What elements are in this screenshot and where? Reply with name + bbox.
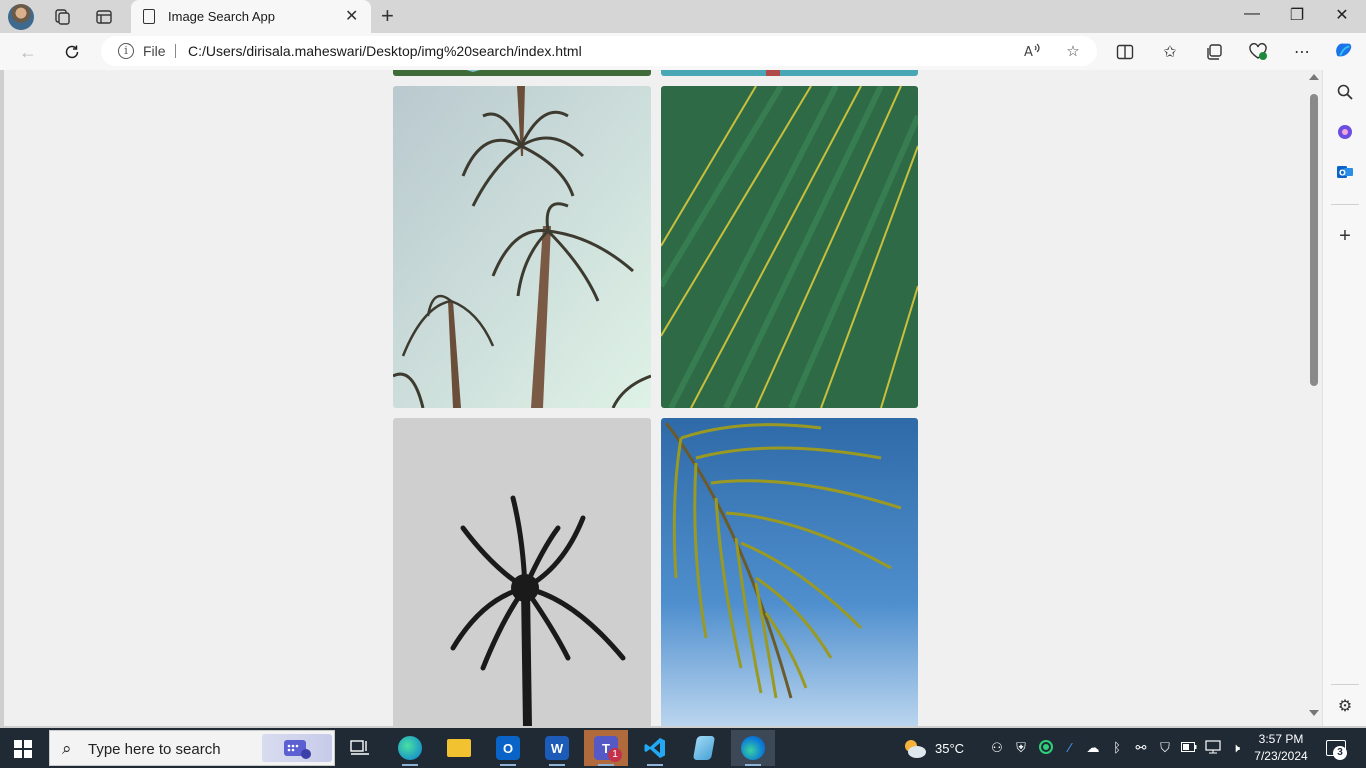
tab-image-search-app[interactable]: Image Search App ✕ bbox=[131, 0, 371, 33]
split-screen-icon[interactable] bbox=[1115, 42, 1135, 62]
copilot-icon[interactable] bbox=[1333, 40, 1353, 60]
taskbar-vscode[interactable] bbox=[633, 730, 677, 766]
outlook-icon[interactable]: O bbox=[1334, 161, 1356, 183]
browser-essentials-icon[interactable] bbox=[1248, 42, 1268, 62]
scheme-label: File bbox=[143, 43, 166, 59]
search-placeholder: Type here to search bbox=[88, 741, 221, 758]
gallery-image-partial[interactable] bbox=[393, 70, 651, 76]
teams-badge: 1 bbox=[608, 748, 622, 762]
link-icon[interactable]: ⚯ bbox=[1133, 740, 1149, 756]
scroll-thumb[interactable] bbox=[1310, 94, 1318, 386]
taskbar-search-box[interactable]: ⌕ Type here to search bbox=[49, 730, 335, 766]
status-circle-icon[interactable] bbox=[1038, 740, 1054, 756]
volume-muted-icon[interactable]: 🕨 bbox=[1228, 740, 1244, 756]
taskbar-clock[interactable]: 3:57 PM 7/23/2024 bbox=[1246, 731, 1316, 765]
search-icon: ⌕ bbox=[62, 739, 72, 758]
cloud-offline-icon[interactable]: ☁ bbox=[1085, 740, 1101, 756]
copilot-sidebar-icon[interactable] bbox=[1334, 121, 1356, 143]
taskbar-teams[interactable]: T 1 bbox=[584, 730, 628, 766]
scroll-down-arrow-icon[interactable] bbox=[1309, 710, 1319, 716]
tab-title: Image Search App bbox=[168, 9, 275, 24]
divider bbox=[175, 44, 176, 58]
site-info-icon[interactable]: i bbox=[118, 43, 134, 59]
tab-actions-icon[interactable] bbox=[93, 6, 115, 28]
gallery-image-bw-palm[interactable] bbox=[393, 418, 651, 726]
gallery-image-palm-frond-blue-sky[interactable] bbox=[661, 418, 918, 726]
taskbar-outlook[interactable]: O bbox=[486, 730, 530, 766]
people-icon[interactable]: ⚇ bbox=[989, 740, 1005, 756]
security-shield-icon[interactable]: ⛉ bbox=[1157, 740, 1173, 756]
battery-icon[interactable] bbox=[1181, 740, 1197, 756]
windows-start-button[interactable] bbox=[14, 740, 32, 758]
taskbar-file-explorer[interactable] bbox=[437, 730, 481, 766]
windows-taskbar: ⌕ Type here to search O W T 1 35°C ⚇ ⛨ ⁄… bbox=[0, 728, 1366, 768]
collections-icon[interactable] bbox=[1204, 42, 1224, 62]
browser-tabstrip: Image Search App ✕ + — ❐ ✕ bbox=[0, 0, 1366, 33]
gallery-image-green-leaf[interactable] bbox=[661, 86, 918, 408]
browser-toolbar: ← i File C:/Users/dirisala.maheswari/Des… bbox=[0, 33, 1366, 70]
gallery-image-palm-trees-sky[interactable] bbox=[393, 86, 651, 408]
notification-count: 3 bbox=[1333, 746, 1347, 760]
restore-button[interactable]: ❐ bbox=[1282, 5, 1312, 25]
clock-date: 7/23/2024 bbox=[1254, 749, 1308, 763]
network-icon[interactable] bbox=[1205, 740, 1221, 756]
divider bbox=[1331, 684, 1359, 685]
svg-text:A: A bbox=[1024, 45, 1033, 59]
add-sidebar-app-icon[interactable]: + bbox=[1334, 225, 1356, 247]
close-tab-icon[interactable]: ✕ bbox=[345, 6, 358, 26]
taskbar-word[interactable]: W bbox=[535, 730, 579, 766]
minimize-button[interactable]: — bbox=[1237, 5, 1267, 23]
shield-icon[interactable]: ⛨ bbox=[1013, 740, 1029, 756]
profile-avatar[interactable] bbox=[8, 4, 34, 30]
weather-temp[interactable]: 35°C bbox=[935, 728, 964, 768]
new-tab-button[interactable]: + bbox=[381, 3, 394, 29]
task-view-button[interactable] bbox=[338, 730, 382, 766]
url-text[interactable]: C:/Users/dirisala.maheswari/Desktop/img%… bbox=[188, 43, 582, 59]
address-bar[interactable]: i File C:/Users/dirisala.maheswari/Deskt… bbox=[101, 36, 1097, 66]
favorite-star-icon[interactable]: ☆ bbox=[1063, 41, 1083, 61]
weather-icon[interactable] bbox=[902, 738, 928, 760]
taskbar-edge[interactable] bbox=[731, 730, 775, 766]
search-icon[interactable] bbox=[1334, 81, 1356, 103]
scroll-up-arrow-icon[interactable] bbox=[1309, 74, 1319, 80]
gallery-image-partial[interactable] bbox=[661, 70, 918, 76]
divider bbox=[1331, 204, 1359, 205]
taskbar-app-notepad[interactable] bbox=[682, 730, 726, 766]
taskbar-edge-dev[interactable] bbox=[388, 730, 432, 766]
svg-text:O: O bbox=[1339, 169, 1346, 178]
close-window-button[interactable]: ✕ bbox=[1327, 5, 1357, 25]
workspaces-icon[interactable] bbox=[51, 6, 73, 28]
favorites-icon[interactable]: ✩ bbox=[1160, 42, 1180, 62]
bluetooth-icon[interactable]: ᛒ bbox=[1109, 740, 1125, 756]
page-scrollbar[interactable] bbox=[1306, 70, 1322, 726]
gear-icon[interactable]: ⚙ bbox=[1334, 695, 1356, 717]
settings-more-icon[interactable]: ⋯ bbox=[1292, 42, 1312, 62]
pen-icon[interactable]: ⁄ bbox=[1062, 740, 1078, 756]
refresh-button[interactable] bbox=[60, 40, 84, 64]
page-icon bbox=[143, 9, 155, 24]
back-button[interactable]: ← bbox=[16, 40, 40, 64]
clock-time: 3:57 PM bbox=[1258, 732, 1304, 746]
read-aloud-icon[interactable]: A bbox=[1023, 41, 1043, 61]
edge-sidebar: O + ⚙ bbox=[1322, 70, 1366, 726]
search-highlight-icon bbox=[262, 734, 332, 762]
page-viewport bbox=[4, 70, 1306, 726]
